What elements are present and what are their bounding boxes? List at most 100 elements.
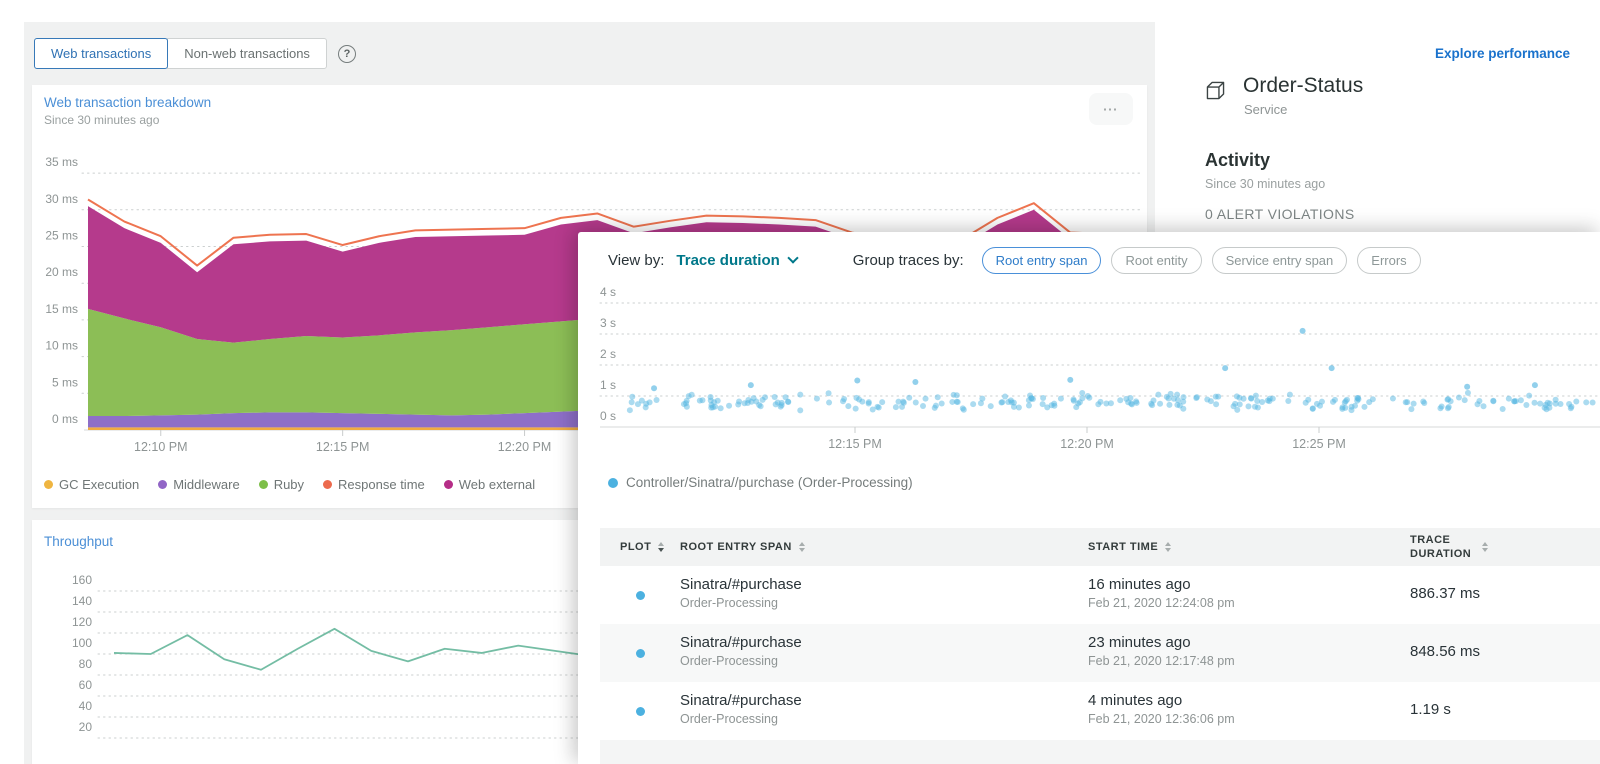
start-time-absolute: Feb 21, 2020 12:17:48 pm [1088, 654, 1235, 668]
column-header-trace-duration[interactable]: TRACE DURATION [1410, 528, 1488, 566]
legend-label: GC Execution [59, 477, 140, 492]
entity-label: Order-Processing [680, 596, 778, 610]
legend-item[interactable]: Middleware [158, 477, 240, 492]
root-entry-span: Sinatra/#purchase [680, 576, 802, 593]
sort-icon[interactable] [658, 542, 665, 552]
trace-duration-value: 1.19 s [1410, 701, 1451, 718]
pill-root-entry-span[interactable]: Root entry span [981, 246, 1102, 274]
legend-label: Ruby [273, 477, 305, 492]
svg-text:15 ms: 15 ms [45, 302, 78, 316]
sort-icon[interactable] [798, 542, 805, 552]
trace-duration-value: 886.37 ms [1410, 585, 1481, 602]
svg-text:5 ms: 5 ms [52, 375, 78, 389]
svg-text:12:20 PM: 12:20 PM [1060, 437, 1114, 451]
entity-type: Service [1244, 102, 1288, 117]
svg-text:2 s: 2 s [600, 347, 616, 361]
scatter-legend: Controller/Sinatra//purchase (Order-Proc… [608, 475, 913, 490]
breakdown-title-link[interactable]: Web transaction breakdown [44, 95, 211, 110]
legend-dot-icon [158, 480, 168, 489]
ellipsis-menu-icon[interactable]: ⋯ [1089, 93, 1133, 125]
start-time-relative: 16 minutes ago [1088, 576, 1191, 593]
legend-dot-icon [443, 480, 453, 489]
pill-root-entity[interactable]: Root entity [1111, 246, 1202, 274]
legend-dot-icon [44, 480, 53, 489]
group-traces-by-label: Group traces by: [852, 251, 964, 269]
svg-text:12:20 PM: 12:20 PM [498, 440, 552, 454]
explore-performance-link[interactable]: Explore performance [1435, 46, 1570, 61]
svg-text:60: 60 [79, 678, 93, 692]
legend-item[interactable]: Response time [323, 477, 425, 492]
legend-dot-icon [608, 477, 618, 488]
entity-label: Order-Processing [680, 712, 778, 726]
trace-duration-value: 848.56 ms [1410, 643, 1481, 660]
chevron-down-icon [787, 252, 799, 264]
trace-table-row[interactable]: Sinatra/#purchase Order-Processing 16 mi… [600, 566, 1600, 624]
trace-duration-scatter-chart[interactable]: 0 s 1 s 2 s 3 s 4 s 12:15 PM 12:20 PM 12:25 PM [578, 272, 1600, 492]
svg-text:160: 160 [72, 573, 92, 587]
svg-text:100: 100 [72, 636, 92, 650]
svg-text:12:15 PM: 12:15 PM [828, 437, 882, 451]
svg-text:25 ms: 25 ms [45, 229, 78, 243]
svg-text:80: 80 [79, 657, 93, 671]
trace-controls: View by: Trace duration Group traces by:… [608, 245, 1421, 275]
svg-text:12:15 PM: 12:15 PM [316, 440, 370, 454]
plot-dot-icon [636, 707, 645, 716]
svg-text:1 s: 1 s [600, 378, 616, 392]
sort-icon[interactable] [1482, 542, 1488, 552]
trace-table-row[interactable]: Sinatra/#purchase Order-Processing 4 min… [600, 682, 1600, 740]
legend-label: Middleware [173, 477, 240, 492]
entity-label: Order-Processing [680, 654, 778, 668]
view-by-label: View by: [608, 251, 665, 269]
pill-errors[interactable]: Errors [1357, 246, 1421, 274]
service-icon [1204, 79, 1227, 105]
breakdown-subtitle: Since 30 minutes ago [44, 113, 160, 127]
pill-service-entry-span[interactable]: Service entry span [1211, 246, 1348, 274]
column-header-start-time[interactable]: START TIME [1088, 528, 1172, 566]
view-by-dropdown[interactable]: Trace duration [676, 252, 799, 269]
help-icon[interactable]: ? [337, 44, 356, 63]
svg-text:4 s: 4 s [600, 285, 616, 299]
svg-text:12:25 PM: 12:25 PM [1292, 437, 1346, 451]
breakdown-legend: GC Execution Middleware Ruby Response time W… [44, 477, 535, 492]
svg-text:3 s: 3 s [600, 316, 616, 330]
trace-table-row[interactable] [600, 740, 1600, 764]
trace-table-row[interactable]: Sinatra/#purchase Order-Processing 23 mi… [600, 624, 1600, 682]
legend-label: Response time [338, 477, 425, 492]
entity-name: Order-Status [1243, 74, 1364, 97]
start-time-absolute: Feb 21, 2020 12:36:06 pm [1088, 712, 1235, 726]
svg-text:12:10 PM: 12:10 PM [134, 440, 188, 454]
svg-text:20 ms: 20 ms [45, 265, 78, 279]
svg-text:30 ms: 30 ms [45, 192, 78, 206]
root-entry-span: Sinatra/#purchase [680, 634, 802, 651]
tab-non-web-transactions[interactable]: Non-web transactions [167, 38, 327, 69]
trace-table-header: PLOT ROOT ENTRY SPAN START TIME TRACE DU… [600, 528, 1600, 566]
tab-web-transactions[interactable]: Web transactions [34, 38, 169, 69]
legend-label: Web external [458, 477, 536, 492]
plot-dot-icon [636, 649, 645, 658]
legend-dot-icon [323, 480, 333, 489]
activity-subtitle: Since 30 minutes ago [1205, 177, 1326, 191]
svg-text:120: 120 [72, 615, 92, 629]
start-time-relative: 4 minutes ago [1088, 692, 1183, 709]
svg-text:35 ms: 35 ms [45, 155, 78, 169]
legend-item[interactable]: GC Execution [44, 477, 139, 492]
throughput-title-link[interactable]: Throughput [44, 534, 113, 549]
transaction-type-tabbar: Web transactions Non-web transactions ? [34, 38, 356, 69]
svg-text:0 s: 0 s [600, 409, 616, 423]
column-header-root-entry-span[interactable]: ROOT ENTRY SPAN [680, 528, 805, 566]
sort-icon[interactable] [1165, 542, 1172, 552]
plot-dot-icon [636, 591, 645, 600]
svg-text:10 ms: 10 ms [45, 339, 78, 353]
scatter-legend-label: Controller/Sinatra//purchase (Order-Proc… [626, 475, 913, 490]
legend-dot-icon [258, 480, 268, 489]
distributed-tracing-panel: View by: Trace duration Group traces by:… [578, 232, 1600, 764]
svg-text:40: 40 [79, 699, 93, 713]
column-header-plot[interactable]: PLOT [620, 528, 665, 566]
activity-heading: Activity [1205, 150, 1271, 170]
svg-text:0 ms: 0 ms [52, 412, 78, 426]
svg-text:20: 20 [79, 720, 93, 734]
alert-violations-summary: 0 ALERT VIOLATIONS [1205, 206, 1355, 222]
legend-item[interactable]: Ruby [258, 477, 305, 492]
legend-item[interactable]: Web external [443, 477, 536, 492]
root-entry-span: Sinatra/#purchase [680, 692, 802, 709]
